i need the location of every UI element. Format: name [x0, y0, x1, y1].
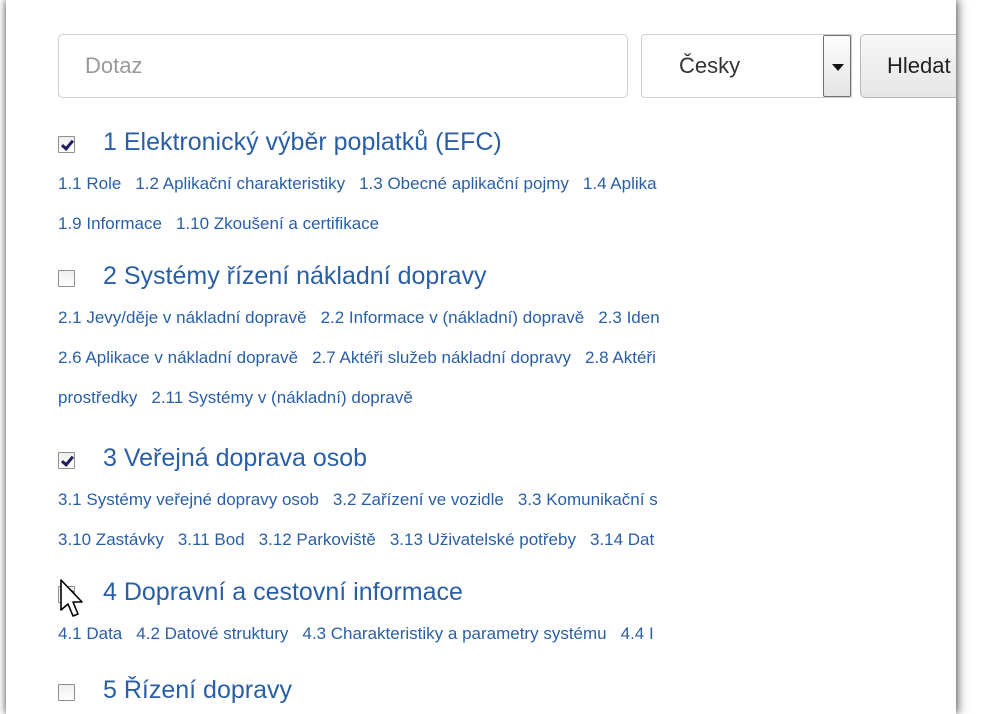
- subcategory-link[interactable]: 1.1 Role: [58, 174, 121, 193]
- app-window: Česky Hledat 1 Elektronický výběr poplat…: [6, 0, 956, 714]
- subcategory-link[interactable]: 3.2 Zařízení ve vozidle: [333, 490, 504, 509]
- subcategory-link[interactable]: 1.10 Zkoušení a certifikace: [176, 214, 379, 233]
- category-title[interactable]: 1 Elektronický výběr poplatků (EFC): [103, 128, 502, 157]
- subcategory-link[interactable]: 3.1 Systémy veřejné dopravy osob: [58, 490, 319, 509]
- subcategory-link[interactable]: 3.14 Dat: [590, 530, 654, 549]
- subcategory-link[interactable]: prostředky: [58, 388, 137, 407]
- search-input[interactable]: [58, 34, 628, 98]
- subcategory-link[interactable]: 2.11 Systémy v (nákladní) dopravě: [151, 388, 412, 407]
- subcategory-line: 1.9 Informace 1.10 Zkoušení a certifikace: [58, 204, 956, 244]
- subcategory-link[interactable]: 1.2 Aplikační charakteristiky: [135, 174, 345, 193]
- subcategory-link[interactable]: 4.3 Charakteristiky a parametry systému: [302, 624, 606, 643]
- subcategory-link[interactable]: 4.1 Data: [58, 624, 122, 643]
- subcategory-line: prostředky 2.11 Systémy v (nákladní) dopr…: [58, 378, 956, 418]
- category-checkbox[interactable]: [58, 452, 75, 469]
- category-title[interactable]: 4 Dopravní a cestovní informace: [103, 578, 463, 607]
- subcategory-link[interactable]: 3.11 Bod: [178, 530, 245, 549]
- category-checkbox[interactable]: [58, 270, 75, 287]
- subcategory-line: 1.1 Role 1.2 Aplikační charakteristiky 1.3…: [58, 164, 956, 204]
- subcategory-link[interactable]: 4.4 I: [621, 624, 654, 643]
- category-title[interactable]: 5 Řízení dopravy: [103, 676, 292, 705]
- subcategory-list: 4.1 Data 4.2 Datové struktury 4.3 Charakte…: [58, 614, 956, 654]
- subcategory-link[interactable]: 2.2 Informace v (nákladní) dopravě: [321, 308, 585, 327]
- subcategory-line: 3.1 Systémy veřejné dopravy osob 3.2 Zaří…: [58, 480, 956, 520]
- language-select[interactable]: Česky: [641, 34, 852, 98]
- subcategory-link[interactable]: 3.10 Zastávky: [58, 530, 164, 549]
- category-checkbox[interactable]: [58, 684, 75, 701]
- subcategory-link[interactable]: 3.12 Parkoviště: [259, 530, 376, 549]
- search-button[interactable]: Hledat: [860, 34, 956, 98]
- subcategory-line: 3.10 Zastávky 3.11 Bod 3.12 Parkoviště 3.13…: [58, 520, 956, 560]
- subcategory-line: 2.6 Aplikace v nákladní dopravě 2.7 Aktéř…: [58, 338, 956, 378]
- subcategory-link[interactable]: 2.3 Iden: [598, 308, 659, 327]
- subcategory-link[interactable]: 2.8 Aktéři: [585, 348, 656, 367]
- subcategory-link[interactable]: 2.6 Aplikace v nákladní dopravě: [58, 348, 298, 367]
- subcategory-list: 3.1 Systémy veřejné dopravy osob 3.2 Zaří…: [58, 480, 956, 560]
- subcategory-line: 2.1 Jevy/děje v nákladní dopravě 2.2 Info…: [58, 298, 956, 338]
- subcategory-link[interactable]: 1.4 Aplika: [583, 174, 657, 193]
- category-checkbox[interactable]: [58, 136, 75, 153]
- subcategory-link[interactable]: 3.3 Komunikační s: [518, 490, 658, 509]
- subcategory-link[interactable]: 1.3 Obecné aplikační pojmy: [359, 174, 569, 193]
- chevron-down-icon[interactable]: [823, 35, 851, 97]
- subcategory-link[interactable]: 1.9 Informace: [58, 214, 162, 233]
- language-select-value: Česky: [679, 53, 741, 78]
- subcategory-link[interactable]: 2.7 Aktéři služeb nákladní dopravy: [312, 348, 571, 367]
- mouse-cursor-icon: [60, 579, 83, 617]
- subcategory-list: 2.1 Jevy/děje v nákladní dopravě 2.2 Info…: [58, 298, 956, 418]
- category-title[interactable]: 2 Systémy řízení nákladní dopravy: [103, 262, 487, 291]
- subcategory-link[interactable]: 3.13 Uživatelské potřeby: [390, 530, 576, 549]
- subcategory-line: 4.1 Data 4.2 Datové struktury 4.3 Charakte…: [58, 614, 956, 654]
- subcategory-list: 1.1 Role 1.2 Aplikační charakteristiky 1.3…: [58, 164, 956, 244]
- subcategory-link[interactable]: 4.2 Datové struktury: [136, 624, 288, 643]
- subcategory-link[interactable]: 2.1 Jevy/děje v nákladní dopravě: [58, 308, 307, 327]
- category-title[interactable]: 3 Veřejná doprava osob: [103, 444, 367, 473]
